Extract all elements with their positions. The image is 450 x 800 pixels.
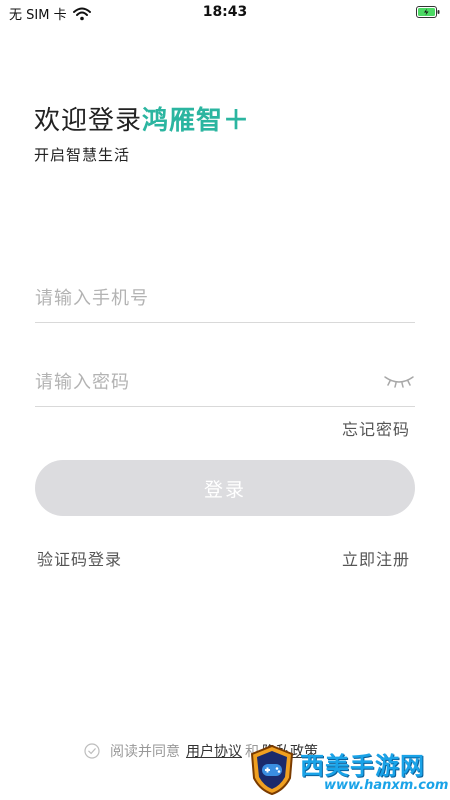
sms-login-link[interactable]: 验证码登录 [37, 546, 122, 570]
register-link[interactable]: 立即注册 [342, 546, 410, 570]
login-button[interactable]: 登录 [35, 460, 415, 516]
watermark-name: 西美手游网 [300, 752, 425, 780]
check-circle-icon[interactable] [84, 743, 100, 759]
user-agreement-link[interactable]: 用户协议 [186, 741, 242, 761]
phone-field [35, 278, 415, 323]
brand-name: 鸿雁智＋ [142, 106, 251, 136]
battery-charging-icon [416, 6, 440, 18]
welcome-prefix: 欢迎登录 [34, 106, 143, 136]
phone-input[interactable] [35, 278, 355, 318]
watermark: 西美手游网 www.hanxm.com [244, 740, 448, 798]
password-field [35, 362, 415, 407]
welcome-title: 欢迎登录鸿雁智＋ [34, 100, 250, 137]
welcome-subtitle: 开启智慧生活 [34, 146, 131, 164]
status-bar: 无 SIM 卡 18:43 [0, 0, 450, 26]
agreement-prefix: 阅读并同意 [110, 744, 180, 760]
forgot-password-link[interactable]: 忘记密码 [342, 416, 410, 440]
password-input[interactable] [35, 362, 355, 402]
eye-closed-icon[interactable] [383, 372, 415, 390]
status-time: 18:43 [202, 4, 248, 20]
gamepad-shield-icon [250, 744, 294, 796]
watermark-url: www.hanxm.com [324, 778, 449, 793]
